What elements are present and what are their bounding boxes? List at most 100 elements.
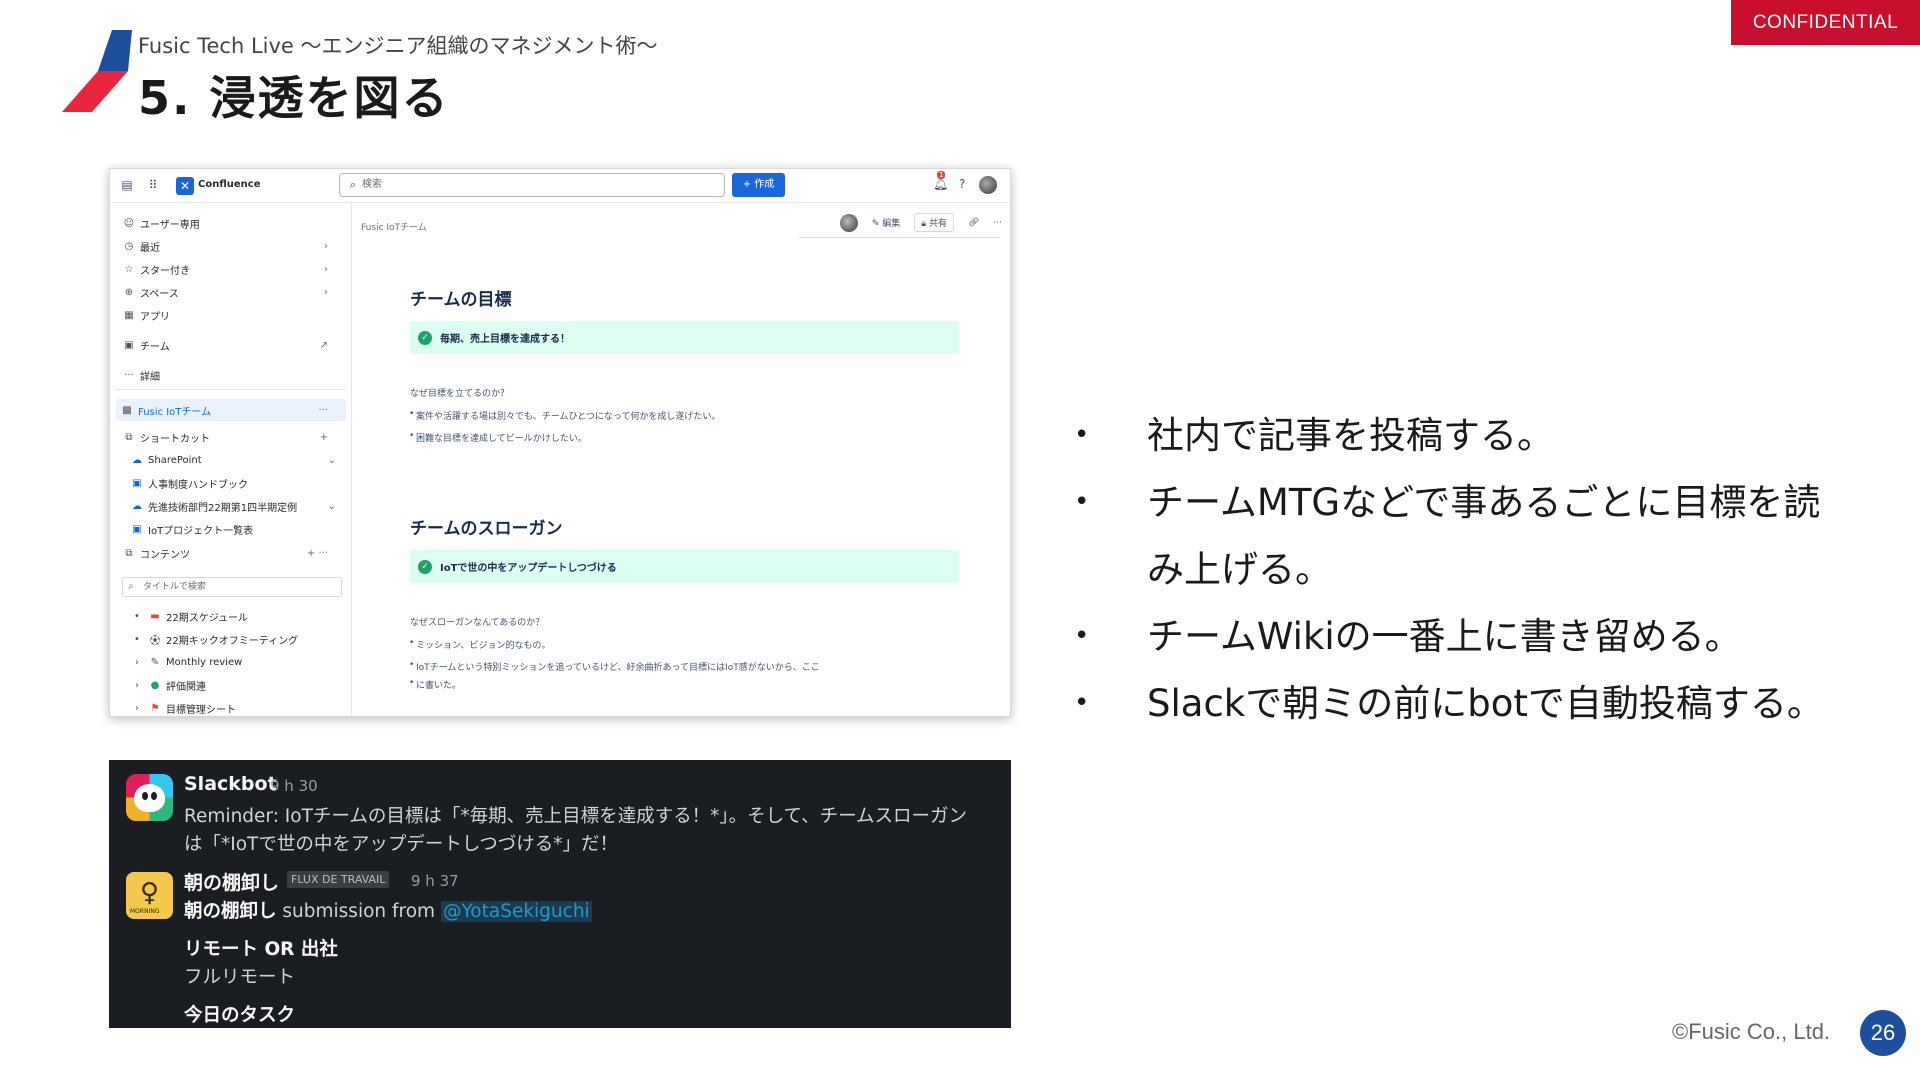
app-switcher-icon[interactable]: ⠿ (146, 178, 160, 192)
doc-icon: ▣ (132, 477, 142, 489)
chevron-down-icon: ⌄ (327, 454, 336, 466)
shortcut-item[interactable]: ☁ 先進技術部門22期第1四半期定例 ⌄ (130, 497, 342, 515)
collaborator-avatar[interactable] (839, 213, 858, 232)
sidebar-item-apps[interactable]: ▦ アプリ (122, 306, 170, 324)
cloud-icon: ☁ (132, 500, 142, 512)
chevron-right-icon: › (135, 656, 139, 668)
chevron-right-icon: › (324, 240, 328, 252)
field-label: 今日のタスク (184, 1005, 296, 1026)
clock-icon: ◷ (124, 240, 134, 252)
page-actions: ✎ 編集 🔒︎ 共有 🔗︎ ··· (839, 213, 1002, 232)
add-icon[interactable]: + (320, 432, 328, 443)
confluence-logo-icon[interactable]: ✕ (176, 177, 194, 195)
goal-point: 案件や活躍する場は別々でも、チームひとつになって何かを成し遂げたい。 (409, 409, 720, 422)
confidential-badge: CONFIDENTIAL (1731, 0, 1920, 45)
content-filter-input[interactable]: ⌕ タイトルで検索 (122, 577, 342, 597)
shortcut-item[interactable]: ▣ IoTプロジェクト一覧表 (130, 520, 253, 538)
chevron-down-icon: ⌄ (327, 500, 336, 512)
brand-slash-logo (62, 30, 132, 112)
sidebar-content[interactable]: ⧉ コンテンツ + ··· (122, 544, 342, 562)
field-label: リモート OR 出社 (184, 939, 338, 960)
sidebar-shortcuts[interactable]: ⧉ ショートカット + (122, 428, 342, 446)
user-icon: ☺ (123, 217, 135, 229)
bullet-item: • 社内で記事を投稿する。 (1060, 402, 1900, 469)
submission-line: 朝の棚卸し submission from @YotaSekiguchi (184, 901, 592, 922)
morning-bot-avatar[interactable]: ♀ MORNING (126, 872, 173, 919)
help-icon[interactable]: ? (959, 177, 965, 191)
star-icon: ☆ (124, 263, 134, 275)
tree-item[interactable]: › ● 評価関連 (130, 676, 206, 694)
more-options-icon[interactable]: ··· (318, 405, 328, 416)
workflow-tag: FLUX DE TRAVAIL (287, 871, 390, 888)
create-button[interactable]: + 作成 (732, 173, 785, 197)
check-circle-icon: ● (150, 679, 160, 691)
sidebar-space[interactable]: ▩ Fusic IoTチーム ··· (120, 401, 342, 419)
bullet-item-continued: み上げる。 (1147, 548, 1332, 591)
slackbot-avatar[interactable] (126, 774, 173, 821)
search-input[interactable]: ⌕ 検索 (339, 173, 725, 197)
globe-icon: ⊕ (124, 286, 134, 298)
slogan-point-continued: に書いた。 (409, 678, 461, 691)
tree-item[interactable]: › ⚑ 目標管理シート (130, 699, 236, 716)
soccer-icon: ⚽︎ (150, 635, 160, 647)
link-icon[interactable]: 🔗︎ (968, 218, 979, 228)
tree-item[interactable]: • ▬ 22期スケジュール (130, 607, 248, 625)
copyright: ©Fusic Co., Ltd. (1672, 1019, 1831, 1044)
doc-icon: ▣ (132, 523, 142, 535)
sidebar-toggle-icon[interactable]: ▤ (120, 178, 134, 192)
user-mention[interactable]: @YotaSekiguchi (440, 901, 592, 922)
sidebar-item-starred[interactable]: ☆ スター付き › (122, 260, 342, 278)
sidebar-item-spaces[interactable]: ⊕ スペース › (122, 283, 342, 301)
chevron-right-icon: › (324, 263, 328, 275)
shortcut-item[interactable]: ☁ SharePoint ⌄ (130, 451, 342, 469)
edit-button[interactable]: ✎ 編集 (872, 216, 900, 229)
slogan-question: なぜスローガンなんてあるのか？ (410, 618, 545, 628)
check-circle-icon: ✓ (418, 330, 432, 345)
add-icon[interactable]: + ··· (307, 548, 328, 559)
notification-bell-icon[interactable]: 🔔︎ 1 (933, 171, 948, 191)
sidebar-item-personal[interactable]: ☺ ユーザー専用 (122, 214, 200, 232)
more-icon: ··· (124, 369, 134, 381)
page-number: 26 (1860, 1010, 1906, 1056)
confluence-topbar: ▤ ⠿ ✕ Confluence ⌕ 検索 + 作成 🔔︎ 1 ? (110, 169, 1010, 203)
breadcrumb[interactable]: Fusic IoTチーム (361, 220, 427, 233)
message-time[interactable]: 9 h 30 (270, 777, 318, 795)
confluence-page: Fusic IoTチーム ✎ 編集 🔒︎ 共有 🔗︎ ··· チームの目標 ✓ 毎… (353, 203, 1010, 716)
sidebar-divider (116, 389, 346, 390)
check-circle-icon: ✓ (418, 559, 432, 574)
search-icon: ⌕ (128, 581, 134, 592)
message-time[interactable]: 9 h 37 (411, 872, 459, 890)
bullet-dot: • (1074, 688, 1090, 718)
slide-title: 5. 浸透を図る (138, 71, 450, 125)
confluence-screenshot: ▤ ⠿ ✕ Confluence ⌕ 検索 + 作成 🔔︎ 1 ? ☺ ユーザー専用… (109, 168, 1011, 717)
sidebar-item-teams[interactable]: ▣ チーム ↗ (122, 336, 342, 354)
share-button[interactable]: 🔒︎ 共有 (914, 213, 954, 232)
bullet-item: • Slackで朝ミの前にbotで自動投稿する。 (1060, 670, 1900, 737)
search-placeholder: 検索 (362, 179, 382, 190)
slackbot-face-icon (134, 784, 165, 812)
slogan-heading: チームのスローガン (410, 519, 563, 539)
slackbot-name[interactable]: Slackbot (184, 773, 277, 795)
chevron-right-icon: › (135, 702, 139, 714)
morning-bot-name[interactable]: 朝の棚卸し (184, 868, 279, 895)
content-icon: ⧉ (125, 547, 133, 559)
sidebar-item-recent[interactable]: ◷ 最近 › (122, 237, 342, 255)
more-options-icon[interactable]: ··· (993, 218, 1002, 228)
user-avatar[interactable] (979, 176, 997, 194)
goal-heading: チームの目標 (410, 290, 512, 310)
app-name: Confluence (198, 179, 261, 190)
bullet-icon: • (134, 633, 140, 645)
goal-question: なぜ目標を立てるのか？ (410, 389, 510, 399)
bullet-dot: • (1074, 621, 1090, 651)
shortcut-icon: ⧉ (125, 431, 133, 443)
bullet-dot: • (1074, 487, 1090, 517)
space-avatar-icon: ▩ (122, 404, 132, 416)
cloud-icon: ☁ (132, 454, 142, 466)
sidebar-item-more[interactable]: ··· 詳細 (122, 366, 160, 384)
confluence-sidebar: ☺ ユーザー専用 ◷ 最近 › ☆ スター付き › ⊕ スペース › ▦ アプリ ▣ チーム ↗ ·… (110, 203, 352, 716)
tree-item[interactable]: • ⚽︎ 22期キックオフミーティング (130, 630, 298, 648)
shortcut-item[interactable]: ▣ 人事制度ハンドブック (130, 474, 248, 492)
bullet-icon: • (134, 610, 140, 622)
field-value: フルリモート (184, 967, 296, 988)
tree-item[interactable]: › ✎ Monthly review (130, 653, 242, 671)
